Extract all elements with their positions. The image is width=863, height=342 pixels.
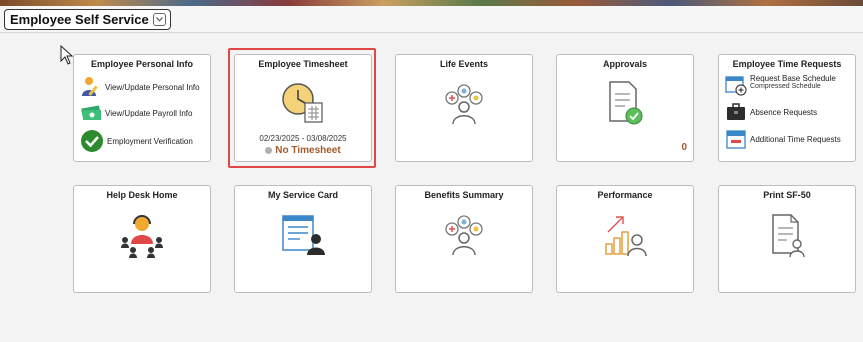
link-view-update-personal-info[interactable]: View/Update Personal Info [80, 76, 200, 98]
homepage-title: Employee Self Service [10, 12, 149, 27]
tile-approvals[interactable]: Approvals 0 [556, 54, 694, 162]
link-label: Absence Requests [750, 107, 818, 117]
person-pencil-icon [82, 77, 98, 96]
tile-title: Help Desk Home [106, 190, 178, 200]
help-desk-icon [121, 215, 163, 258]
briefcase-icon [727, 103, 745, 120]
tile-title: Benefits Summary [424, 190, 504, 200]
tile-title: Life Events [439, 59, 488, 69]
service-card-icon [282, 215, 325, 255]
tile-benefits-summary[interactable]: Benefits Summary [395, 185, 533, 293]
tile-title: Print SF-50 [763, 190, 811, 200]
highlight-box [228, 48, 376, 168]
link-additional-time-requests[interactable]: Additional Time Requests [725, 128, 841, 150]
approvals-count: 0 [681, 142, 687, 153]
tile-help-desk-home[interactable]: Help Desk Home [73, 185, 211, 293]
print-document-icon [772, 214, 805, 258]
tile-my-service-card[interactable]: My Service Card [234, 185, 372, 293]
link-label: Request Base Schedule [750, 74, 836, 83]
calendar-icon [726, 130, 746, 149]
money-icon [81, 105, 101, 120]
tile-employee-time-requests[interactable]: Employee Time Requests Request Base Sche… [718, 54, 856, 162]
link-label: Employment Verification [107, 136, 193, 146]
tile-title: Employee Personal Info [90, 59, 194, 69]
link-absence-requests[interactable]: Absence Requests [725, 102, 817, 122]
tile-life-events[interactable]: Life Events [395, 54, 533, 162]
tile-title: Performance [597, 190, 653, 200]
link-request-base-schedule[interactable]: Request Base Schedule Compressed Schedul… [725, 74, 836, 96]
life-events-icon [445, 84, 483, 125]
header-bar: Employee Self Service [0, 6, 863, 33]
document-check-icon [609, 81, 643, 125]
link-label: View/Update Payroll Info [105, 108, 193, 118]
checkmark-icon [81, 130, 103, 152]
mouse-cursor-icon [60, 45, 74, 65]
chevron-down-icon [152, 13, 166, 26]
link-label: View/Update Personal Info [105, 82, 200, 92]
tile-employee-personal-info[interactable]: Employee Personal Info View/Update Perso… [73, 54, 211, 162]
tile-print-sf-50[interactable]: Print SF-50 [718, 185, 856, 293]
link-text: Request Base Schedule Compressed Schedul… [750, 74, 836, 90]
link-view-update-payroll-info[interactable]: View/Update Payroll Info [80, 103, 192, 123]
tile-performance[interactable]: Performance [556, 185, 694, 293]
link-employment-verification[interactable]: Employment Verification [80, 129, 193, 153]
tile-title: Employee Time Requests [732, 59, 842, 69]
tile-title: Approvals [602, 59, 647, 69]
link-sublabel: Compressed Schedule [750, 83, 821, 90]
homepage-selector-button[interactable]: Employee Self Service [4, 9, 171, 30]
link-label: Additional Time Requests [750, 134, 841, 144]
tile-title: My Service Card [267, 190, 339, 200]
calendar-plus-icon [725, 76, 747, 96]
performance-icon [605, 216, 647, 257]
benefits-icon [445, 215, 483, 256]
